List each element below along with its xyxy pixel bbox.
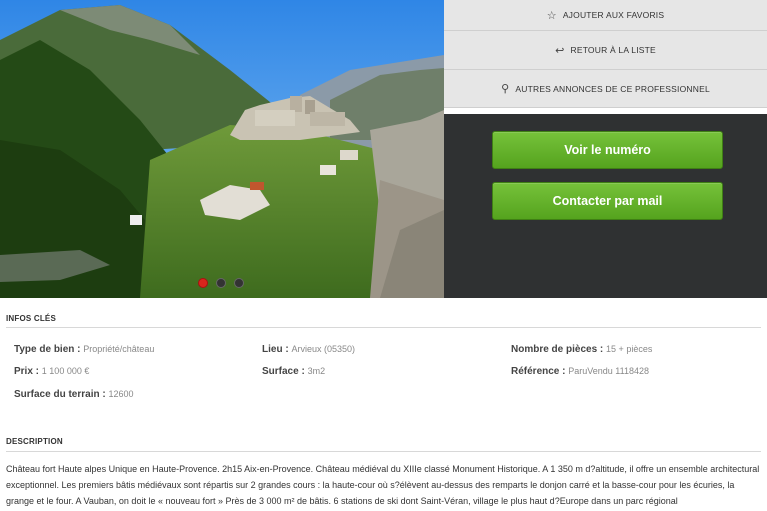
info-label: Référence : [511, 366, 566, 377]
info-value: 12600 [108, 389, 134, 399]
info-surface: Surface : 3m2 [262, 366, 325, 377]
gallery-dot[interactable] [216, 278, 226, 288]
info-pieces: Nombre de pièces : 15 + pièces [511, 344, 652, 355]
description-text: Château fort Haute alpes Unique en Haute… [6, 464, 760, 506]
contact-mail-button[interactable]: Contacter par mail [492, 182, 723, 220]
property-photo [0, 0, 444, 298]
contact-panel: Voir le numéro Contacter par mail [444, 114, 767, 298]
info-label: Lieu : [262, 344, 289, 355]
description-section-title: DESCRIPTION [6, 437, 63, 446]
add-to-favorites-label: AJOUTER AUX FAVORIS [562, 10, 665, 20]
info-value: Propriété/château [83, 344, 155, 354]
info-label: Surface : [262, 366, 305, 377]
info-value: 1 100 000 € [41, 366, 90, 376]
info-value: 15 + pièces [606, 344, 653, 354]
info-lieu: Lieu : Arvieux (05350) [262, 344, 355, 355]
gallery-dot[interactable] [198, 278, 208, 288]
return-icon: ↩ [555, 44, 565, 57]
star-icon: ☆ [546, 9, 557, 22]
other-ads-button[interactable]: ⚲ AUTRES ANNONCES DE CE PROFESSIONNEL [444, 70, 767, 108]
other-ads-label: AUTRES ANNONCES DE CE PROFESSIONNEL [515, 83, 710, 94]
back-to-list-button[interactable]: ↩ RETOUR À LA LISTE [444, 31, 767, 70]
info-label: Surface du terrain : [14, 389, 106, 400]
gallery-pagination [198, 278, 244, 288]
info-type: Type de bien : Propriété/château [14, 344, 154, 355]
search-icon: ⚲ [501, 83, 510, 95]
divider [6, 327, 761, 328]
info-label: Nombre de pièces : [511, 344, 604, 355]
add-to-favorites-button[interactable]: ☆ AJOUTER AUX FAVORIS [444, 0, 767, 31]
gallery-dot[interactable] [234, 278, 244, 288]
back-to-list-label: RETOUR À LA LISTE [570, 45, 656, 55]
info-terrain: Surface du terrain : 12600 [14, 389, 134, 400]
infos-section-title: INFOS CLÉS [6, 314, 57, 323]
show-phone-button[interactable]: Voir le numéro [492, 131, 723, 169]
info-value: 3m2 [307, 366, 326, 376]
info-reference: Référence : ParuVendu 1118428 [511, 366, 649, 377]
info-prix: Prix : 1 100 000 € [14, 366, 89, 377]
action-panel: ☆ AJOUTER AUX FAVORIS ↩ RETOUR À LA LIST… [444, 0, 767, 298]
property-photo-gallery[interactable] [0, 0, 444, 298]
info-label: Prix : [14, 366, 40, 377]
info-value: ParuVendu 1118428 [568, 366, 649, 376]
info-label: Type de bien : [14, 344, 81, 355]
info-value: Arvieux (05350) [291, 344, 355, 354]
divider [6, 451, 761, 452]
